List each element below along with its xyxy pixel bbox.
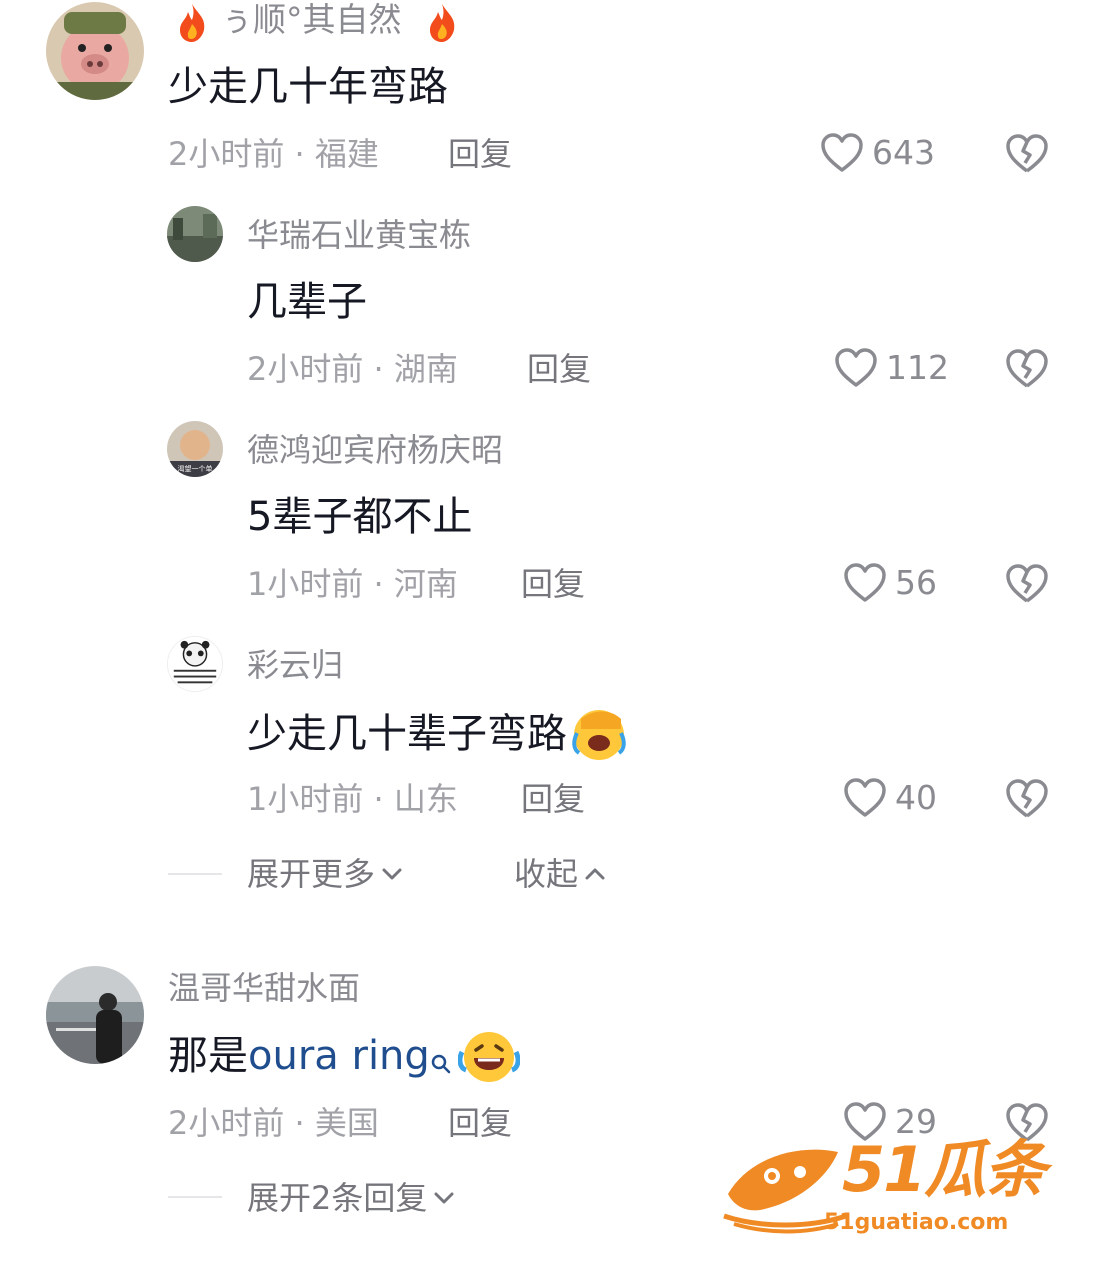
like-count: 643 [872, 133, 935, 172]
dislike-button[interactable] [1005, 133, 1049, 179]
heart-icon [844, 778, 886, 817]
avatar[interactable] [167, 206, 223, 262]
broken-heart-icon [1006, 134, 1048, 173]
dislike-button[interactable] [1005, 778, 1049, 824]
chevron-up-icon [585, 868, 605, 880]
heart-icon [835, 348, 877, 387]
search-icon[interactable] [430, 1034, 452, 1074]
facepalm-laugh-emoji [571, 707, 629, 761]
thread-divider [168, 873, 222, 875]
comment-text: 那是 oura ring [168, 1028, 521, 1084]
thread-divider [168, 1196, 222, 1198]
watermark-brand: 51瓜条 [842, 1133, 1046, 1206]
comment-text: 少走几十年弯路 [168, 64, 448, 110]
broken-heart-icon [1006, 349, 1048, 388]
comment-text: 少走几十辈子弯路 [247, 707, 629, 761]
avatar[interactable] [46, 966, 144, 1064]
collapse-button[interactable]: 收起 [514, 854, 606, 894]
comment-time-location: 2小时前 · 美国 [168, 1104, 379, 1142]
expand-more-button[interactable]: 展开更多 [247, 854, 403, 894]
comment-text: 5辈子都不止 [247, 494, 473, 540]
like-count: 112 [886, 348, 949, 387]
chevron-down-icon [434, 1192, 454, 1204]
comment-time-location: 1小时前 · 河南 [247, 565, 458, 603]
comment-time-location: 2小时前 · 湖南 [247, 350, 458, 388]
fire-icon [172, 2, 212, 46]
commenter-name[interactable]: ぅ顺°其自然 [220, 0, 402, 40]
heart-icon [821, 133, 863, 172]
chevron-down-icon [382, 868, 402, 880]
commenter-name[interactable]: 彩云归 [247, 645, 343, 685]
laughing-tears-emoji [457, 1028, 521, 1084]
broken-heart-icon [1006, 564, 1048, 603]
like-count: 40 [895, 778, 937, 817]
avatar[interactable]: 渴望一个单 [167, 421, 223, 477]
avatar[interactable] [167, 636, 223, 692]
avatar-caption: 渴望一个单 [178, 464, 213, 473]
watermark: 51瓜条 51guatiao.com [720, 1132, 1060, 1242]
like-button[interactable]: 56 [843, 562, 937, 604]
dislike-button[interactable] [1005, 348, 1049, 394]
comment-time-location: 2小时前 · 福建 [168, 135, 379, 173]
reply-button[interactable]: 回复 [521, 564, 585, 604]
like-button[interactable]: 112 [834, 347, 949, 389]
like-button[interactable]: 643 [820, 132, 935, 174]
reply-button[interactable]: 回复 [448, 134, 512, 174]
like-count: 56 [895, 563, 937, 602]
commenter-name[interactable]: 德鸿迎宾府杨庆昭 [247, 430, 503, 470]
reply-button[interactable]: 回复 [527, 349, 591, 389]
like-button[interactable]: 40 [843, 777, 937, 819]
broken-heart-icon [1006, 779, 1048, 818]
watermark-domain: 51guatiao.com [824, 1210, 1009, 1235]
avatar[interactable] [46, 2, 144, 100]
commenter-name[interactable]: 华瑞石业黄宝栋 [247, 215, 471, 255]
collapse-label: 收起 [514, 855, 579, 893]
comment-text: 几辈子 [247, 279, 367, 325]
dislike-button[interactable] [1005, 563, 1049, 609]
comment-text-content: 那是 [168, 1033, 248, 1079]
comment-time-location: 1小时前 · 山东 [247, 780, 458, 818]
fire-icon [422, 2, 462, 46]
heart-icon [844, 563, 886, 602]
search-link[interactable]: oura ring [248, 1028, 430, 1084]
comment-text-content: 少走几十辈子弯路 [247, 711, 567, 757]
reply-button[interactable]: 回复 [448, 1103, 512, 1143]
expand-replies-label: 展开2条回复 [247, 1179, 428, 1217]
reply-button[interactable]: 回复 [521, 779, 585, 819]
commenter-name[interactable]: 温哥华甜水面 [168, 968, 360, 1008]
expand-more-label: 展开更多 [247, 855, 376, 893]
expand-replies-button[interactable]: 展开2条回复 [247, 1178, 455, 1218]
